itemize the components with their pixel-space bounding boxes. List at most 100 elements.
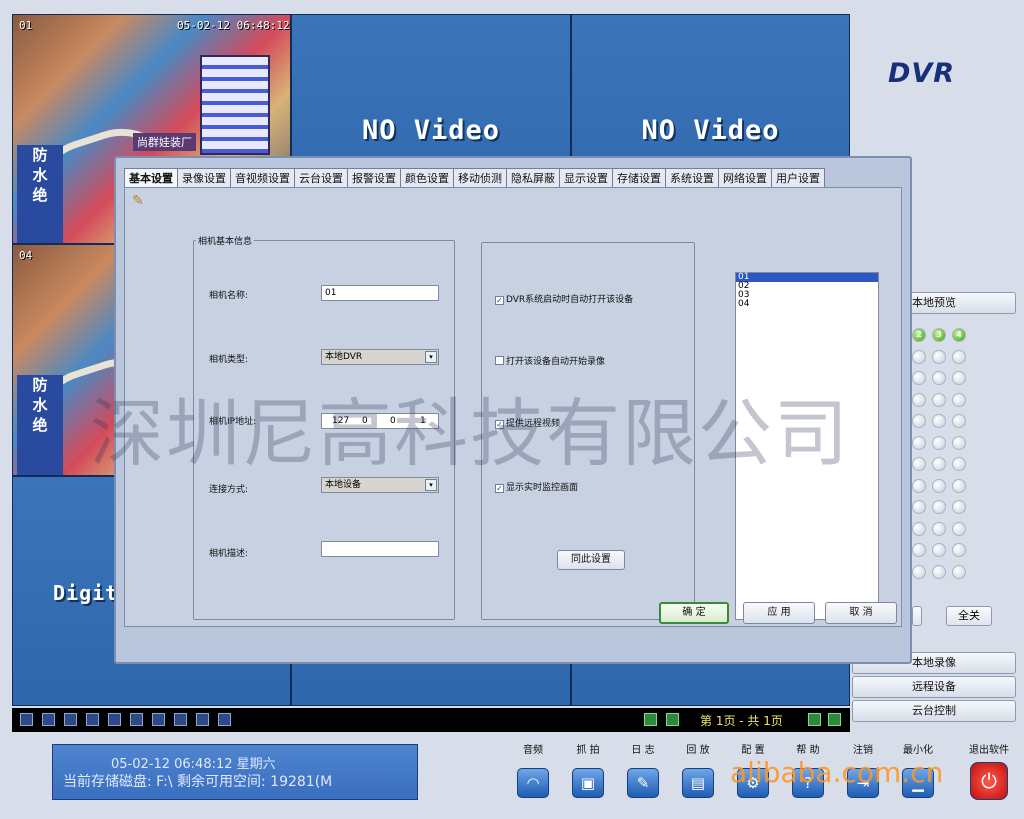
channel-dot[interactable]: [912, 457, 926, 471]
channel-dot[interactable]: [932, 435, 946, 450]
tab-1[interactable]: 录像设置: [177, 168, 231, 188]
checkbox-box: [495, 356, 504, 365]
channel-dot[interactable]: [952, 564, 966, 579]
channel-dot[interactable]: [912, 543, 926, 557]
channel-dot[interactable]: [912, 500, 926, 514]
sync-settings-button[interactable]: 同此设置: [557, 550, 625, 570]
channel-dot[interactable]: [952, 435, 966, 450]
device-list-item[interactable]: 04: [736, 300, 878, 309]
all-on-button[interactable]: [912, 606, 922, 626]
camera-desc-field[interactable]: [321, 541, 439, 557]
layout-9-icon[interactable]: [108, 713, 121, 726]
device-list-item[interactable]: 03: [736, 291, 878, 300]
channel-dot[interactable]: [912, 435, 926, 450]
tab-8[interactable]: 显示设置: [559, 168, 613, 188]
channel-badge[interactable]: 2: [912, 328, 926, 342]
exit-button[interactable]: 退出软件 ⏻: [966, 744, 1012, 800]
layout-8-icon[interactable]: [86, 713, 99, 726]
layout-16-icon[interactable]: [174, 713, 187, 726]
channel-dot[interactable]: [952, 500, 966, 514]
tab-4[interactable]: 报警设置: [347, 168, 401, 188]
camera-label: 01: [19, 19, 33, 32]
prev-page-icon[interactable]: [666, 713, 679, 726]
channel-dot[interactable]: [952, 414, 966, 428]
next-page-icon[interactable]: [808, 713, 821, 726]
show-live-checkbox[interactable]: ✓ 显示实时监控画面: [495, 480, 578, 493]
site-watermark: alibaba.com.cn: [730, 756, 944, 789]
camera-type-label: 相机类型:: [209, 355, 249, 365]
camera-name-field[interactable]: 01: [321, 285, 439, 301]
channel-dot[interactable]: [912, 564, 926, 579]
channel-dot[interactable]: [932, 371, 946, 385]
cancel-button[interactable]: 取 消: [825, 602, 897, 624]
remote-device-button[interactable]: 远程设备: [852, 676, 1016, 698]
tab-9[interactable]: 存储设置: [612, 168, 666, 188]
first-page-icon[interactable]: [644, 713, 657, 726]
channel-dot[interactable]: [912, 521, 926, 536]
camera-icon: ▣: [572, 768, 604, 798]
tab-12[interactable]: 用户设置: [771, 168, 825, 188]
channel-dot[interactable]: [932, 500, 946, 514]
dvr-app: 防 水 绝 尚群娃装厂 01 05-02-12 06:48:12 NO Vide…: [0, 0, 1024, 819]
channel-dot[interactable]: [932, 392, 946, 407]
checkbox-label: DVR系统启动时自动打开该设备: [506, 295, 634, 305]
channel-dot[interactable]: [952, 457, 966, 471]
capture-button[interactable]: 抓 拍 ▣: [565, 744, 611, 798]
fullscreen-icon[interactable]: [218, 713, 231, 726]
channel-dot[interactable]: [912, 392, 926, 407]
tab-6[interactable]: 移动侦测: [453, 168, 507, 188]
layout-13-icon[interactable]: [152, 713, 165, 726]
tab-10[interactable]: 系统设置: [665, 168, 719, 188]
pen-icon: ✎: [627, 768, 659, 798]
layout-1-icon[interactable]: [20, 713, 33, 726]
playback-icon: ▤: [682, 768, 714, 798]
channel-dot[interactable]: [952, 543, 966, 557]
checkbox-box: ✓: [495, 296, 504, 305]
auto-open-checkbox[interactable]: ✓ DVR系统启动时自动打开该设备: [495, 292, 633, 305]
status-disk: 当前存储磁盘: F:\ 剩余可用空间: 19281(M: [63, 774, 333, 790]
audio-button[interactable]: 音频 ◠: [510, 744, 556, 798]
tab-7[interactable]: 隐私屏蔽: [506, 168, 560, 188]
layout-10-icon[interactable]: [130, 713, 143, 726]
channel-dot[interactable]: [952, 349, 966, 364]
channel-badge[interactable]: 4: [952, 328, 966, 342]
dvr-logo: DVR: [888, 58, 956, 89]
auto-record-checkbox[interactable]: 打开该设备自动开始录像: [495, 354, 605, 367]
camera-type-select[interactable]: 本地DVR ▾: [321, 349, 439, 365]
channel-dot[interactable]: [932, 349, 946, 364]
channel-dot[interactable]: [932, 457, 946, 471]
channel-dot[interactable]: [932, 414, 946, 428]
channel-dot[interactable]: [952, 371, 966, 385]
channel-dot[interactable]: [952, 392, 966, 407]
channel-dot[interactable]: [912, 414, 926, 428]
channel-dot[interactable]: [912, 349, 926, 364]
all-off-button[interactable]: 全关: [946, 606, 992, 626]
channel-dot[interactable]: [932, 543, 946, 557]
tab-2[interactable]: 音视频设置: [230, 168, 295, 188]
log-button[interactable]: 日 志 ✎: [620, 744, 666, 798]
channel-dot[interactable]: [952, 478, 966, 493]
channel-dot[interactable]: [932, 521, 946, 536]
device-list-item[interactable]: 02: [736, 282, 878, 291]
channel-dot[interactable]: [952, 521, 966, 536]
channel-dot[interactable]: [912, 371, 926, 385]
layout-6-icon[interactable]: [64, 713, 77, 726]
channel-dot[interactable]: [912, 478, 926, 493]
channel-dot[interactable]: [932, 478, 946, 493]
device-list-item[interactable]: 01: [736, 273, 878, 282]
apply-button[interactable]: 应 用: [743, 602, 815, 624]
tab-5[interactable]: 颜色设置: [400, 168, 454, 188]
chevron-down-icon: ▾: [425, 351, 437, 363]
last-page-icon[interactable]: [828, 713, 841, 726]
tab-3[interactable]: 云台设置: [294, 168, 348, 188]
ok-button[interactable]: 确 定: [659, 602, 729, 624]
channel-badge[interactable]: 3: [932, 328, 946, 342]
toolbar-label: 抓 拍: [576, 745, 600, 756]
layout-25-icon[interactable]: [196, 713, 209, 726]
layout-4-icon[interactable]: [42, 713, 55, 726]
ptz-control-button[interactable]: 云台控制: [852, 700, 1016, 722]
tab-0[interactable]: 基本设置: [124, 168, 178, 188]
channel-dot[interactable]: [932, 564, 946, 579]
tab-11[interactable]: 网络设置: [718, 168, 772, 188]
playback-button[interactable]: 回 放 ▤: [675, 744, 721, 798]
